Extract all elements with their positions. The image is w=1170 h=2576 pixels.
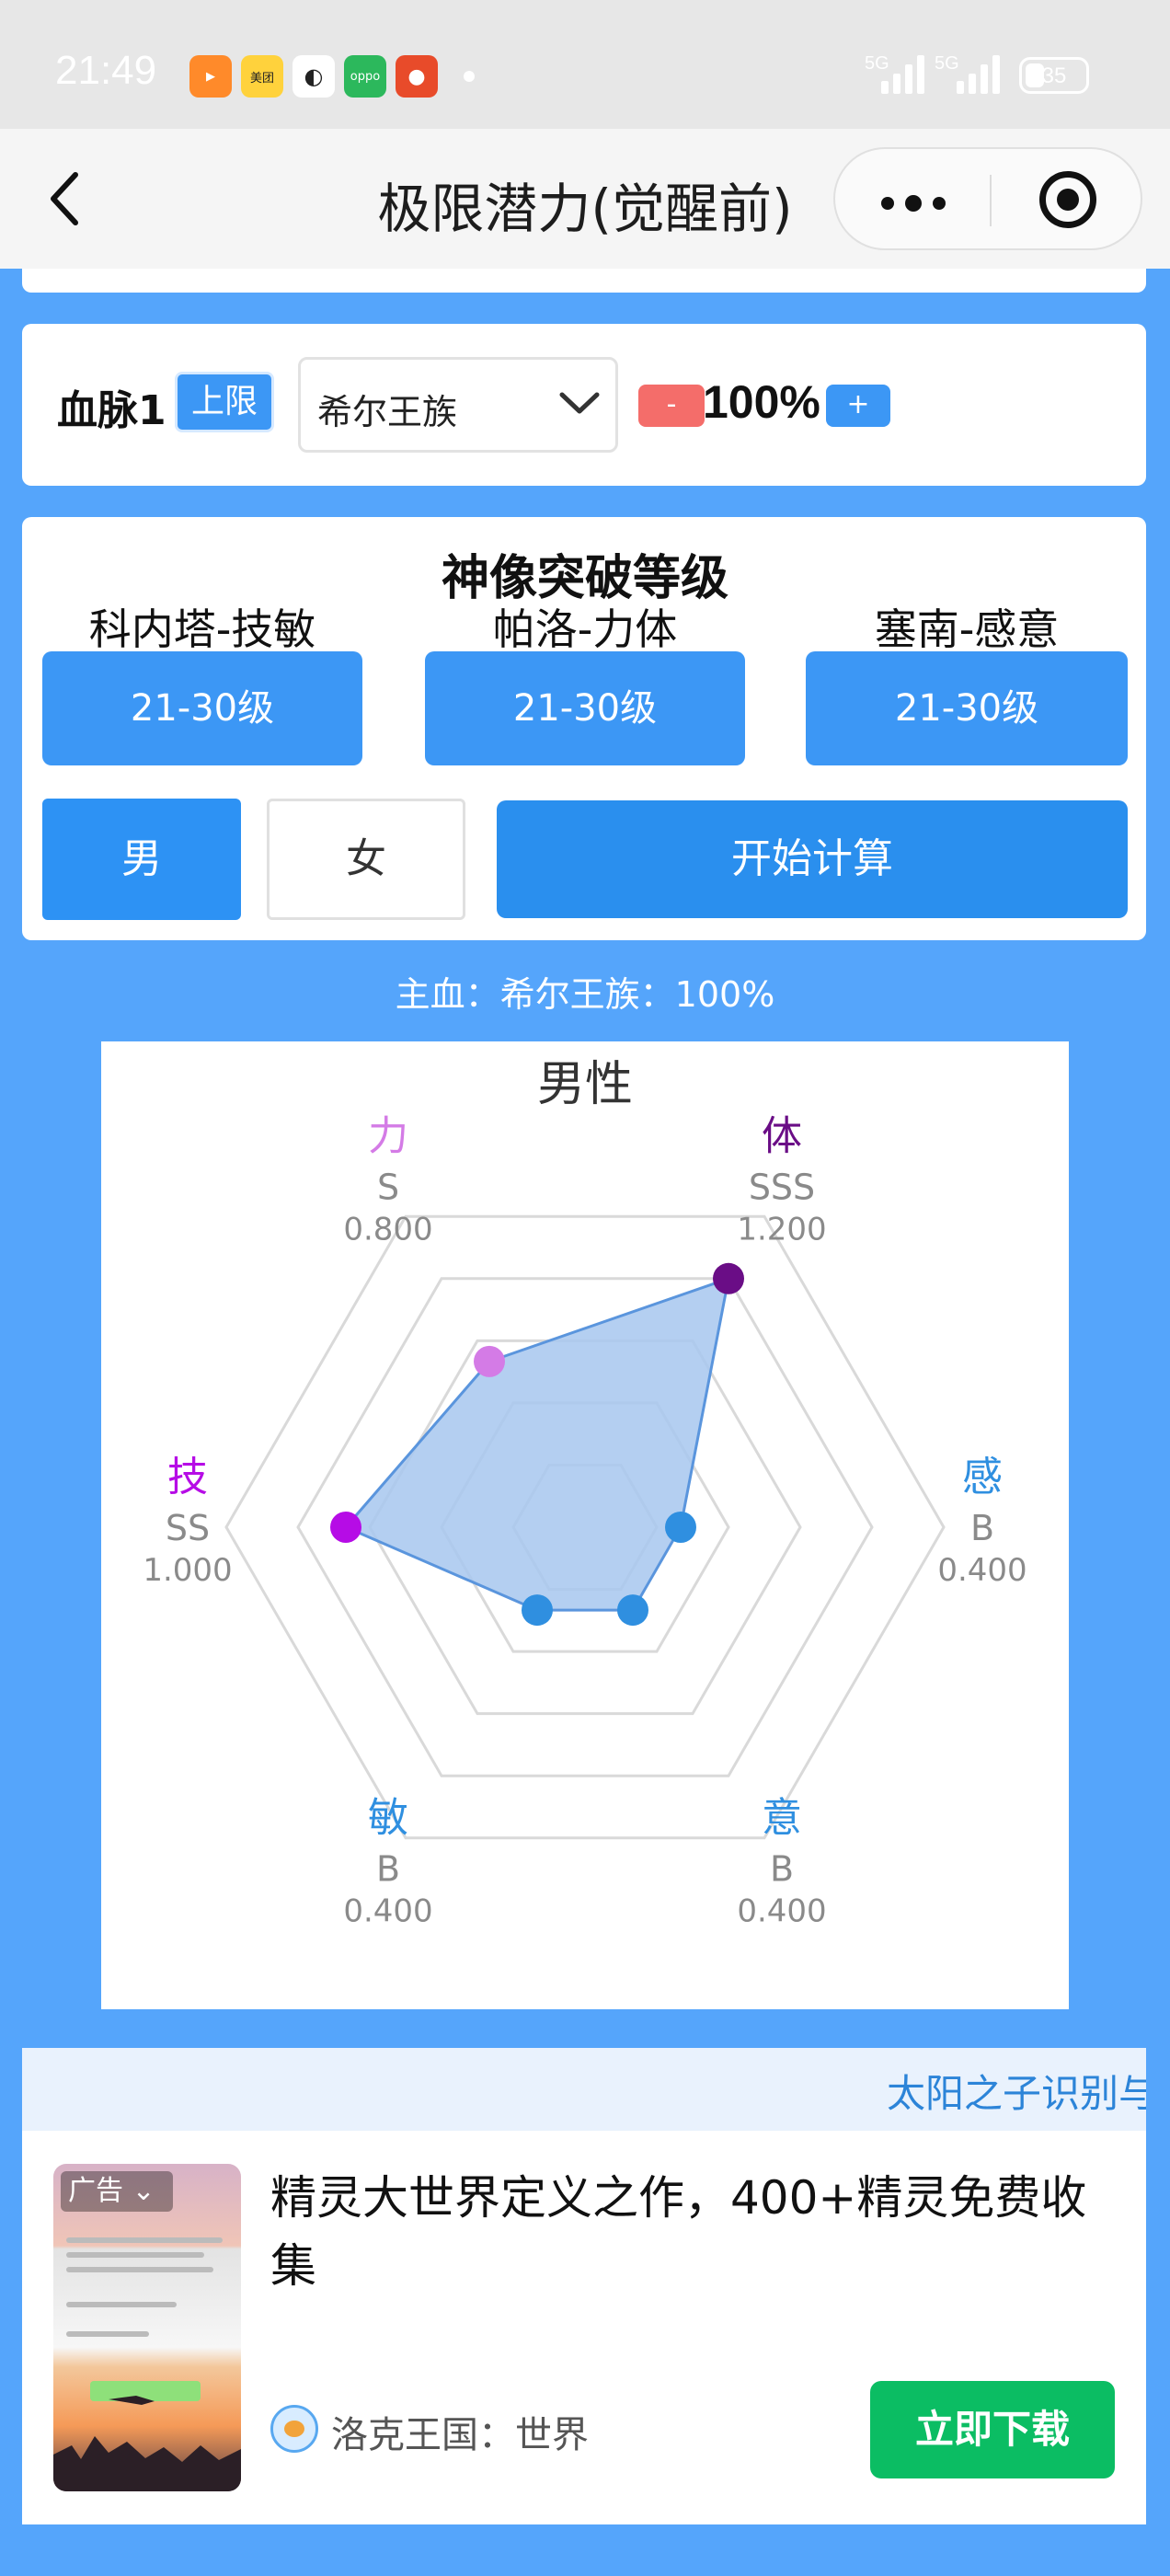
ad-marquee-bar: 太阳之子识别与 — [22, 2048, 1146, 2131]
axis-value-1: 1.200 — [737, 1211, 826, 1248]
statue-name-3: 塞南-感意 — [874, 604, 1060, 654]
radar-point-5 — [330, 1512, 361, 1543]
video-app-icon: ▶ — [189, 55, 232, 98]
statue-level-button-1[interactable]: 21-30级 — [42, 651, 362, 765]
axis-value-5: 1.000 — [143, 1552, 232, 1589]
meituan-app-icon: 美团 — [241, 55, 283, 98]
start-calculate-button[interactable]: 开始计算 — [497, 800, 1128, 918]
signal-2-icon — [957, 53, 1000, 94]
signal-1-icon — [881, 53, 924, 94]
axis-grade-1: SSS — [749, 1167, 815, 1207]
nav-bar: 极限潜力(觉醒前) — [0, 129, 1170, 269]
ad-marquee-text[interactable]: 太阳之子识别与 — [887, 2063, 1146, 2119]
ad-thumbnail[interactable]: 广告 ⌄ — [53, 2164, 241, 2491]
status-time: 21:49 — [55, 48, 157, 93]
axis-grade-3: B — [770, 1849, 794, 1890]
download-now-button[interactable]: 立即下载 — [870, 2381, 1115, 2478]
chart-title: 男性 — [537, 1057, 633, 1112]
battery-icon: 35 — [1019, 57, 1089, 94]
statue-name-1: 科内塔-技敏 — [88, 604, 316, 654]
axis-grade-2: B — [970, 1508, 994, 1548]
statue-level-button-3[interactable]: 21-30级 — [806, 651, 1128, 765]
bloodline-percent: 100% — [703, 376, 820, 428]
radar-point-2 — [665, 1512, 696, 1543]
axis-label-3: 意 — [762, 1795, 802, 1842]
axis-label-5: 技 — [167, 1454, 208, 1501]
axis-value-6: 0.800 — [343, 1211, 432, 1248]
axis-grade-5: SS — [166, 1508, 210, 1548]
axis-label-6: 力 — [368, 1112, 408, 1159]
close-target-icon[interactable] — [1039, 171, 1096, 228]
ad-art-silhouette — [53, 2396, 241, 2491]
axis-grade-4: B — [376, 1849, 400, 1890]
female-button[interactable]: 女 — [267, 799, 465, 920]
axis-label-2: 感 — [962, 1454, 1003, 1501]
ad-brand-name: 洛克王国：世界 — [331, 2414, 589, 2456]
axis-value-2: 0.400 — [937, 1552, 1027, 1589]
axis-value-3: 0.400 — [737, 1893, 826, 1930]
radar-point-6 — [474, 1345, 505, 1377]
app-icon: ◐ — [292, 55, 335, 98]
axis-value-4: 0.400 — [343, 1893, 432, 1930]
bloodline-select[interactable]: 希尔王族 — [298, 357, 618, 453]
main-blood-text: 主血：希尔王族：100% — [395, 974, 775, 1015]
bloodline-label: 血脉1 — [57, 387, 166, 434]
decrease-button[interactable]: - — [638, 385, 705, 427]
chevron-down-icon — [559, 392, 600, 414]
mini-program-capsule — [833, 147, 1142, 250]
statue-level-button-2[interactable]: 21-30级 — [425, 651, 745, 765]
radar-point-4 — [522, 1594, 553, 1627]
radar-point-1 — [713, 1262, 744, 1294]
signal-label-2: 5G — [935, 53, 959, 74]
ad-badge: 广告 ⌄ — [61, 2171, 173, 2212]
ad-badge-label: 广告 — [68, 2175, 123, 2207]
notification-dot — [464, 71, 475, 82]
bloodline-select-value: 希尔王族 — [317, 392, 458, 432]
previous-card — [22, 269, 1146, 293]
battery-level: 35 — [1041, 63, 1067, 88]
radar-chart: 体SSS1.200感B0.400意B0.400敏B0.400技SS1.000力S… — [143, 1057, 1027, 1930]
oppo-app-icon: oppo — [344, 55, 386, 98]
ad-brand-logo-icon — [270, 2405, 318, 2453]
axis-grade-6: S — [377, 1167, 399, 1207]
axis-label-4: 敏 — [368, 1795, 408, 1842]
radar-area — [343, 1276, 730, 1612]
radar-chart-panel: 体 SSS 1.200 感 B 0.400 意 B 0.400 敏 B 0.400 技 SS 1.000 力 S… — [101, 1041, 1069, 2009]
limit-badge[interactable]: 上限 — [175, 372, 274, 432]
axis-label-1: 体 — [762, 1112, 802, 1159]
male-button[interactable]: 男 — [42, 799, 241, 920]
statue-name-2: 帕洛-力体 — [492, 604, 678, 654]
ad-title[interactable]: 精灵大世界定义之作，400+精灵免费收集 — [270, 2164, 1117, 2300]
radar-point-3 — [617, 1594, 648, 1627]
tomato-app-icon: ● — [396, 55, 438, 98]
status-bar: 21:49 ▶ 美团 ◐ oppo ● 5G 5G 35 — [0, 0, 1170, 129]
more-icon[interactable] — [881, 195, 946, 212]
increase-button[interactable]: + — [826, 385, 890, 427]
